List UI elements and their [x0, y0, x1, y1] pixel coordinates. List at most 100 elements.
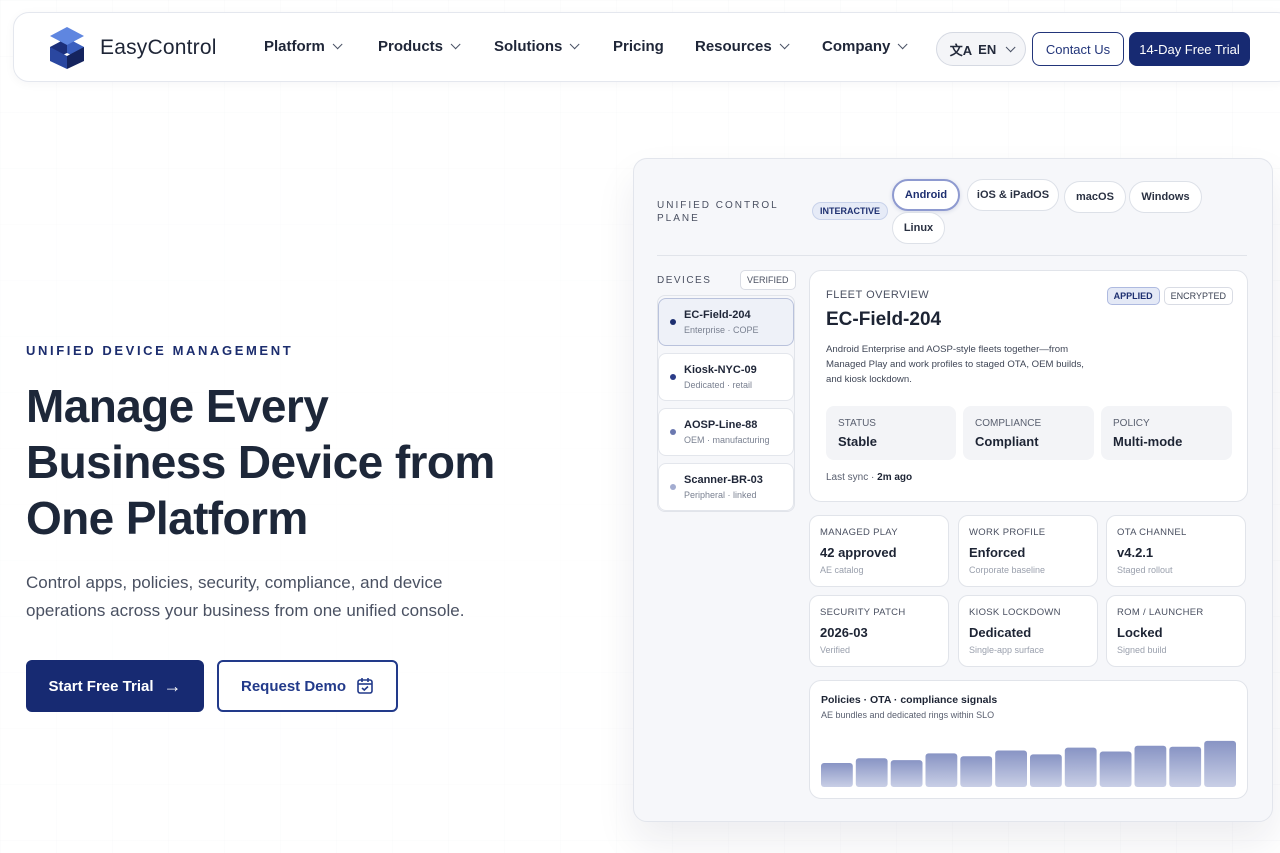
nav-item-label: Solutions: [494, 38, 563, 55]
fleet-device-name: EC-Field-204: [826, 309, 942, 330]
device-list: EC-Field-204 Enterprise · COPE Kiosk-NYC-0…: [657, 295, 795, 512]
nav-item-resources[interactable]: Resources: [695, 38, 790, 55]
chevron-down-icon: [332, 39, 343, 50]
language-code: EN: [978, 41, 997, 57]
metric-sub: Corporate baseline: [969, 565, 1046, 575]
signal-bar: [960, 756, 993, 787]
signals-title: Policies · OTA · compliance signals: [821, 694, 998, 706]
status-dot-icon: [670, 319, 676, 325]
metric-sub: Single-app surface: [969, 645, 1045, 655]
contact-us-button[interactable]: Contact Us: [1032, 32, 1124, 66]
stat-value: Compliant: [975, 434, 1039, 449]
nav-item-platform[interactable]: Platform: [264, 38, 343, 55]
metric-sub: AE catalog: [820, 565, 864, 575]
device-description: OEM · manufacturing: [684, 435, 770, 445]
device-item[interactable]: Kiosk-NYC-09 Dedicated · retail: [658, 353, 794, 401]
metric-value: Locked: [1117, 625, 1163, 640]
nav-item-label: Resources: [695, 38, 772, 55]
status-dot-icon: [670, 484, 676, 490]
interactive-badge: INTERACTIVE: [812, 202, 889, 220]
metric-value: 2026-03: [820, 625, 868, 640]
fleet-overview-card: FLEET OVERVIEW APPLIED ENCRYPTED EC-Fiel…: [809, 270, 1248, 502]
nav-item-products[interactable]: Products: [378, 38, 461, 55]
hero-eyebrow: UNIFIED DEVICE MANAGEMENT: [26, 343, 294, 358]
device-name: AOSP-Line-88: [684, 419, 758, 431]
request-demo-label: Request Demo: [240, 677, 347, 695]
platform-tab-android[interactable]: Android: [892, 179, 960, 211]
metric-card-work-profile: WORK PROFILE Enforced Corporate baseline: [958, 515, 1098, 587]
free-trial-nav-button[interactable]: 14-Day Free Trial: [1129, 32, 1250, 66]
signals-bar-chart: [821, 740, 1236, 787]
nav-item-label: Platform: [264, 38, 325, 55]
signal-bar: [1030, 754, 1062, 787]
metric-value: Enforced: [969, 545, 1026, 560]
hero-headline: Manage Every Business Device from One Pl…: [26, 380, 495, 544]
chevron-down-icon: [450, 39, 461, 50]
compliance-stat: COMPLIANCE Compliant: [963, 406, 1094, 460]
metric-value: v4.2.1: [1117, 545, 1154, 560]
stat-label: STATUS: [838, 418, 876, 429]
metric-sub: Signed build: [1117, 645, 1167, 655]
device-item[interactable]: EC-Field-204 Enterprise · COPE: [658, 298, 794, 346]
devices-label: DEVICES: [657, 275, 712, 286]
nav-item-company[interactable]: Company: [822, 38, 908, 55]
platform-tab-macos[interactable]: macOS: [1064, 181, 1126, 213]
nav-item-label: Products: [378, 38, 444, 55]
metric-label: KIOSK LOCKDOWN: [969, 607, 1061, 618]
metric-sub: Staged rollout: [1117, 565, 1173, 575]
metric-label: MANAGED PLAY: [820, 527, 898, 538]
metric-value: Dedicated: [969, 625, 1032, 640]
request-demo-button[interactable]: Request Demo: [217, 660, 398, 712]
device-description: Enterprise · COPE: [684, 325, 759, 335]
device-item[interactable]: AOSP-Line-88 OEM · manufacturing: [658, 408, 794, 456]
metric-card-managed-play: MANAGED PLAY 42 approved AE catalog: [809, 515, 949, 587]
start-free-trial-button[interactable]: Start Free Trial →: [26, 660, 204, 712]
metric-card-ota-channel: OTA CHANNEL v4.2.1 Staged rollout: [1106, 515, 1246, 587]
metric-label: OTA CHANNEL: [1117, 527, 1187, 538]
metric-label: WORK PROFILE: [969, 527, 1046, 538]
device-item[interactable]: Scanner-BR-03 Peripheral · linked: [658, 463, 794, 511]
signals-subtitle: AE bundles and dedicated rings within SL…: [821, 710, 995, 720]
metric-label: SECURITY PATCH: [820, 607, 906, 618]
policy-stat: POLICY Multi-mode: [1101, 406, 1232, 460]
metric-sub: Verified: [820, 645, 851, 655]
platform-tab-linux[interactable]: Linux: [892, 212, 945, 244]
stat-label: POLICY: [1113, 418, 1150, 429]
stat-label: COMPLIANCE: [975, 418, 1042, 429]
control-plane-panel: UNIFIED CONTROL PLANE INTERACTIVE Androi…: [633, 158, 1273, 822]
last-sync-value: 2m ago: [877, 472, 913, 483]
brand-logo[interactable]: EasyControl: [48, 27, 217, 69]
metric-card-security-patch: SECURITY PATCH 2026-03 Verified: [809, 595, 949, 667]
platform-tab-windows[interactable]: Windows: [1129, 181, 1202, 213]
applied-tag: APPLIED: [1106, 287, 1160, 305]
chevron-down-icon: [569, 39, 580, 50]
metric-value: 42 approved: [820, 545, 897, 560]
panel-title: UNIFIED CONTROL PLANE: [657, 200, 779, 224]
last-sync: Last sync · 2m ago: [826, 472, 912, 483]
nav-item-pricing[interactable]: Pricing: [613, 38, 664, 55]
fleet-tags: APPLIED ENCRYPTED: [1106, 287, 1233, 305]
easycontrol-logo-icon: [50, 27, 84, 69]
metric-label: ROM / LAUNCHER: [1117, 607, 1204, 618]
arrow-right-icon: →: [163, 675, 182, 696]
signal-bar: [1169, 746, 1202, 787]
signal-bar: [1204, 740, 1236, 787]
verified-badge: VERIFIED: [740, 270, 796, 290]
translate-icon: 文A: [949, 42, 973, 58]
encrypted-tag: ENCRYPTED: [1163, 287, 1233, 305]
divider: [657, 255, 1247, 256]
metric-card-kiosk-lockdown: KIOSK LOCKDOWN Dedicated Single-app surfac…: [958, 595, 1098, 667]
nav-item-solutions[interactable]: Solutions: [494, 38, 580, 55]
device-description: Dedicated · retail: [684, 380, 753, 390]
signal-bar: [1134, 745, 1167, 787]
hero-subtitle: Control apps, policies, security, compli…: [26, 573, 465, 620]
chevron-down-icon: [1005, 41, 1016, 52]
signal-bar: [821, 763, 853, 787]
stat-value: Multi-mode: [1113, 434, 1183, 449]
platform-tab-ios-ipados[interactable]: iOS & iPadOS: [967, 179, 1059, 211]
language-selector[interactable]: 文A EN: [936, 32, 1026, 66]
signals-card: Policies · OTA · compliance signals AE b…: [809, 680, 1248, 799]
stat-value: Stable: [838, 434, 878, 449]
signal-bar: [995, 750, 1027, 787]
top-navigation: EasyControl Platform Products Solutions Pri…: [13, 12, 1280, 82]
